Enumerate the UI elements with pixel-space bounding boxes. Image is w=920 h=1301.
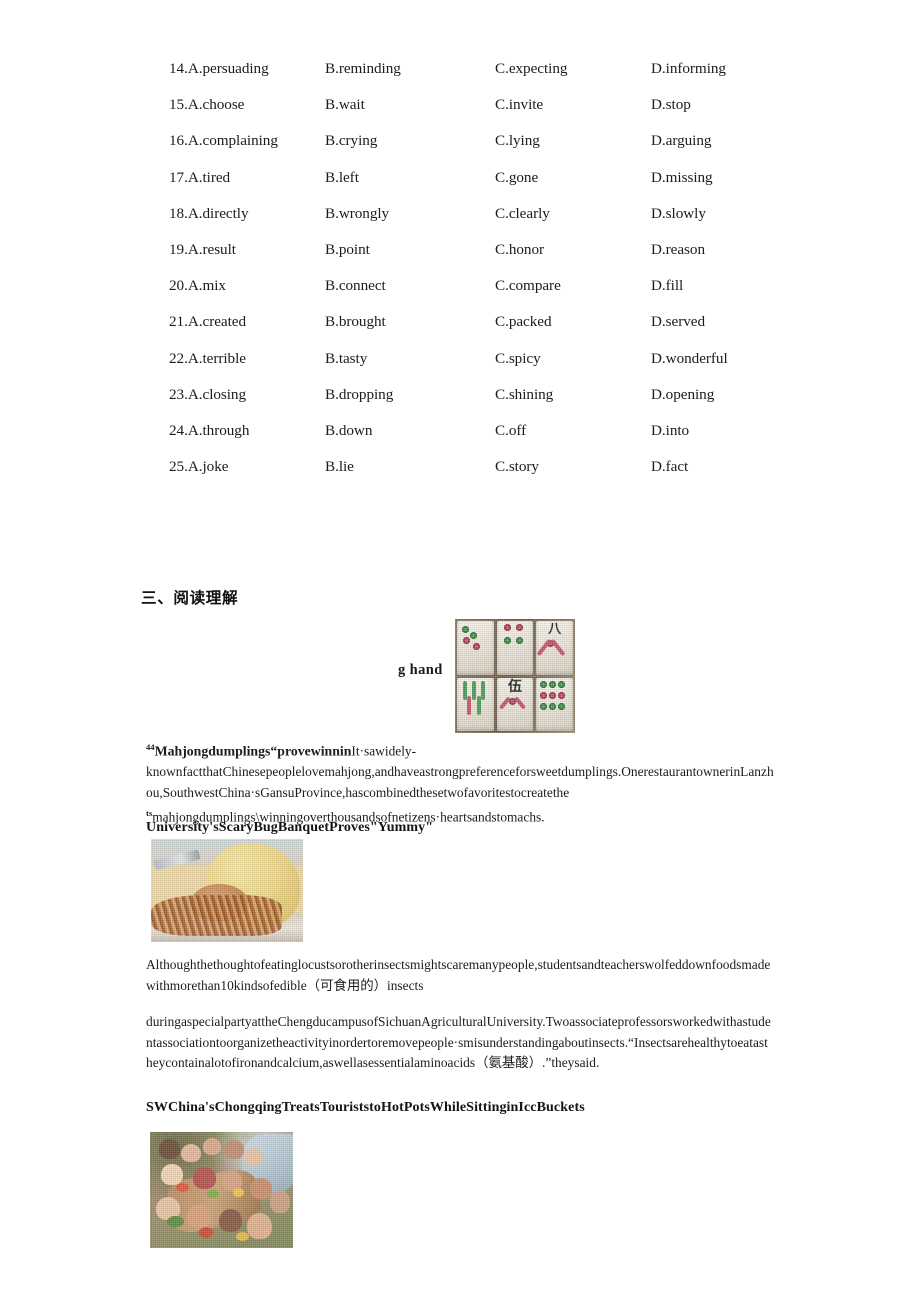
option-b[interactable]: B.dropping <box>325 386 393 404</box>
option-b[interactable]: B.wait <box>325 96 365 114</box>
option-d[interactable]: D.served <box>651 313 705 331</box>
option-a[interactable]: 24.A.through <box>169 422 249 440</box>
article1-heading: Mahjongdumplings“provewinnin <box>154 743 352 759</box>
article1-float-text: g hand <box>398 662 443 678</box>
option-a[interactable]: 19.A.result <box>169 241 236 259</box>
option-c[interactable]: C.clearly <box>495 205 550 223</box>
fried-insects-image <box>151 839 303 942</box>
option-c[interactable]: C.lying <box>495 132 540 150</box>
table-row: 17.A.tired B.left C.gone D.missing <box>0 169 920 205</box>
option-d[interactable]: D.missing <box>651 169 713 187</box>
option-d[interactable]: D.into <box>651 422 689 440</box>
document-page: 14.A.persuading B.reminding C.expecting … <box>0 0 920 1301</box>
option-c[interactable]: C.compare <box>495 277 561 295</box>
table-row: 25.A.joke B.lie C.story D.fact <box>0 458 920 494</box>
table-row: 24.A.through B.down C.off D.into <box>0 422 920 458</box>
table-row: 20.A.mix B.connect C.compare D.fill <box>0 277 920 313</box>
option-b[interactable]: B.crying <box>325 132 377 150</box>
option-a[interactable]: 23.A.closing <box>169 386 246 404</box>
option-b[interactable]: B.left <box>325 169 359 187</box>
option-a[interactable]: 17.A.tired <box>169 169 230 187</box>
option-b[interactable]: B.lie <box>325 458 354 476</box>
option-d[interactable]: D.fact <box>651 458 688 476</box>
article2-heading: University'sScaryBugBanquetProves"Yummy" <box>146 820 434 835</box>
table-row: 23.A.closing B.dropping C.shining D.open… <box>0 386 920 422</box>
article2-body-2: duringaspecialpartyattheChengducampusofS… <box>146 1014 771 1071</box>
table-row: 22.A.terrible B.tasty C.spicy D.wonderfu… <box>0 350 920 386</box>
option-c[interactable]: C.spicy <box>495 350 541 368</box>
option-b[interactable]: B.point <box>325 241 370 259</box>
option-d[interactable]: D.opening <box>651 386 714 404</box>
option-c[interactable]: C.shining <box>495 386 553 404</box>
option-c[interactable]: C.expecting <box>495 60 567 78</box>
option-a[interactable]: 25.A.joke <box>169 458 229 476</box>
article1-body: 44Mahjongdumplings“provewinninIt·sawidel… <box>146 737 774 828</box>
table-row: 15.A.choose B.wait C.invite D.stop <box>0 96 920 132</box>
option-a[interactable]: 16.A.complaining <box>169 132 278 150</box>
cloze-options-grid: 14.A.persuading B.reminding C.expecting … <box>0 60 920 494</box>
option-b[interactable]: B.reminding <box>325 60 401 78</box>
option-a[interactable]: 18.A.directly <box>169 205 249 223</box>
option-a[interactable]: 21.A.created <box>169 313 246 331</box>
option-d[interactable]: D.slowly <box>651 205 706 223</box>
option-d[interactable]: D.reason <box>651 241 705 259</box>
option-c[interactable]: C.honor <box>495 241 544 259</box>
mahjong-tiles-image: 八 伍 <box>455 619 575 733</box>
option-c[interactable]: C.packed <box>495 313 552 331</box>
section-heading-reading-comprehension: 三、阅读理解 <box>141 589 239 607</box>
option-a[interactable]: 20.A.mix <box>169 277 226 295</box>
hotpot-ice-buckets-image <box>150 1132 293 1248</box>
option-b[interactable]: B.wrongly <box>325 205 389 223</box>
option-d[interactable]: D.informing <box>651 60 726 78</box>
article2-body: Althoughthethoughtofeatinglocustsorother… <box>146 957 771 993</box>
option-c[interactable]: C.story <box>495 458 539 476</box>
option-d[interactable]: D.wonderful <box>651 350 728 368</box>
option-d[interactable]: D.arguing <box>651 132 711 150</box>
option-b[interactable]: B.connect <box>325 277 386 295</box>
option-c[interactable]: C.gone <box>495 169 538 187</box>
table-row: 21.A.created B.brought C.packed D.served <box>0 313 920 349</box>
table-row: 18.A.directly B.wrongly C.clearly D.slow… <box>0 205 920 241</box>
article1-sup-marker: 44 <box>146 742 155 752</box>
option-a[interactable]: 22.A.terrible <box>169 350 246 368</box>
option-b[interactable]: B.down <box>325 422 372 440</box>
table-row: 14.A.persuading B.reminding C.expecting … <box>0 60 920 96</box>
option-b[interactable]: B.brought <box>325 313 386 331</box>
option-b[interactable]: B.tasty <box>325 350 367 368</box>
option-d[interactable]: D.stop <box>651 96 691 114</box>
article3-heading: SWChina'sChongqingTreatsTouriststoHotPot… <box>146 1100 585 1115</box>
option-c[interactable]: C.invite <box>495 96 543 114</box>
option-a[interactable]: 14.A.persuading <box>169 60 269 78</box>
table-row: 16.A.complaining B.crying C.lying D.argu… <box>0 132 920 168</box>
option-c[interactable]: C.off <box>495 422 526 440</box>
table-row: 19.A.result B.point C.honor D.reason <box>0 241 920 277</box>
option-d[interactable]: D.fill <box>651 277 683 295</box>
option-a[interactable]: 15.A.choose <box>169 96 244 114</box>
